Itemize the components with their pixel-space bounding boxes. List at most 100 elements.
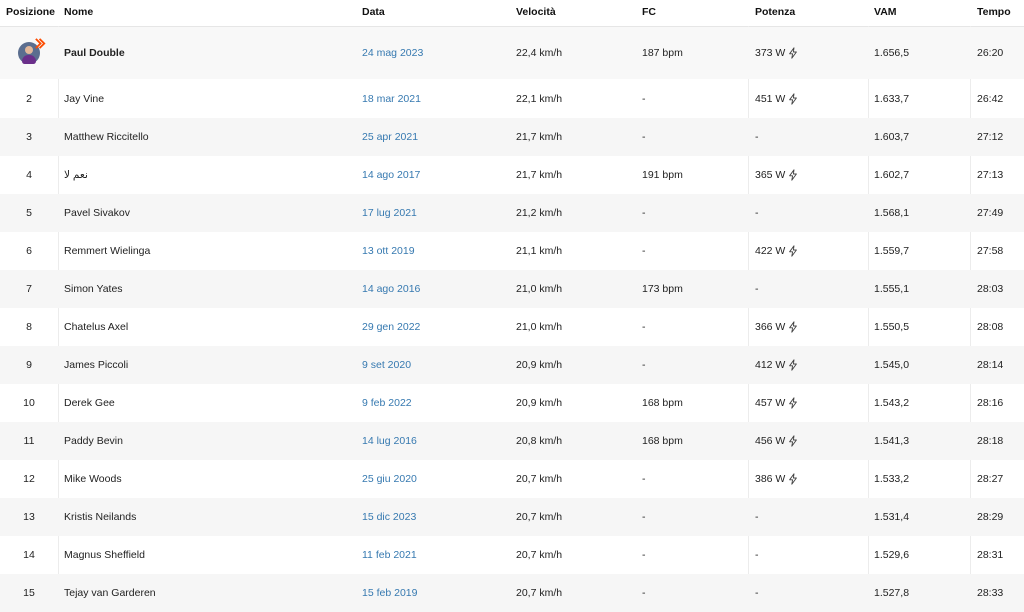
activity-date-link[interactable]: 15 feb 2019	[362, 574, 417, 612]
time-value: 28:27	[977, 473, 1004, 485]
power-value: 456 W	[755, 435, 786, 447]
header-vam[interactable]: VAM	[874, 0, 897, 24]
table-row[interactable]: 7 Simon Yates 14 ago 2016 21,0 km/h 173 bpm -…	[0, 270, 1024, 308]
athlete-name[interactable]: James Piccoli	[64, 346, 128, 384]
activity-date-link[interactable]: 14 lug 2016	[362, 422, 417, 460]
table-row[interactable]: 12 Mike Woods 25 giu 2020 20,7 km/h - 386 W 1.…	[0, 460, 1024, 498]
athlete-name[interactable]: Tejay van Garderen	[64, 574, 156, 612]
power-cell: -	[755, 118, 759, 156]
header-time[interactable]: Tempo	[977, 0, 1011, 24]
header-date[interactable]: Data	[362, 0, 385, 24]
vam-value: 1.633,7	[874, 92, 910, 105]
header-name[interactable]: Nome	[64, 0, 93, 24]
leaderboard-header: Posizione Nome Data Velocità FC Potenza …	[0, 0, 1024, 27]
athlete-name[interactable]: Magnus Sheffield	[64, 536, 145, 574]
time-value: 27:58	[977, 245, 1004, 257]
leaderboard-rows: 2 Jay Vine 18 mar 2021 22,1 km/h - 451 W 1.633…	[0, 79, 1024, 612]
athlete-name[interactable]: Matthew Riccitello	[64, 118, 149, 156]
lightning-bolt-icon	[789, 435, 798, 447]
table-row[interactable]: 9 James Piccoli 9 set 2020 20,9 km/h - 412 W 1…	[0, 346, 1024, 384]
rank-value: 13	[23, 511, 35, 523]
time-value: 28:33	[977, 587, 1004, 599]
table-row[interactable]: 11 Paddy Bevin 14 lug 2016 20,8 km/h 168 bpm…	[0, 422, 1024, 460]
current-athlete-row[interactable]: Paul Double 24 mag 2023 22,4 km/h 187 bp…	[0, 27, 1024, 79]
power-cell: 373 W	[755, 27, 798, 79]
table-row[interactable]: 15 Tejay van Garderen 15 feb 2019 20,7 km/h…	[0, 574, 1024, 612]
table-row[interactable]: 10 Derek Gee 9 feb 2022 20,9 km/h 168 bpm 457…	[0, 384, 1024, 422]
table-row[interactable]: 14 Magnus Sheffield 11 feb 2021 20,7 km/h - -…	[0, 536, 1024, 574]
activity-date-link[interactable]: 9 set 2020	[362, 346, 411, 384]
power-cell: -	[755, 536, 759, 574]
power-cell: -	[755, 574, 759, 612]
activity-date-link[interactable]: 13 ott 2019	[362, 232, 415, 270]
athlete-name[interactable]: Paul Double	[64, 27, 125, 79]
athlete-name[interactable]: Jay Vine	[64, 79, 104, 118]
header-heart-rate[interactable]: FC	[642, 0, 656, 24]
power-value: -	[755, 549, 759, 561]
power-value: -	[755, 587, 759, 599]
activity-date-link[interactable]: 25 giu 2020	[362, 460, 417, 498]
vam-value: 1.543,2	[874, 397, 910, 409]
athlete-name[interactable]: Mike Woods	[64, 460, 122, 498]
rank-value: 11	[23, 435, 35, 447]
athlete-name[interactable]: Chatelus Axel	[64, 308, 128, 346]
activity-date-link[interactable]: 9 feb 2022	[362, 384, 412, 422]
athlete-name[interactable]: نعم لا	[64, 156, 88, 194]
athlete-name[interactable]: Simon Yates	[64, 270, 123, 308]
time-value: 28:16	[977, 397, 1004, 409]
table-row[interactable]: 6 Remmert Wielinga 13 ott 2019 21,1 km/h - 42…	[0, 232, 1024, 270]
table-row[interactable]: 2 Jay Vine 18 mar 2021 22,1 km/h - 451 W 1.633…	[0, 79, 1024, 118]
heart-rate-value: -	[642, 207, 646, 219]
speed-value: 21,0 km/h	[516, 321, 563, 333]
table-row[interactable]: 8 Chatelus Axel 29 gen 2022 21,0 km/h - 366 W…	[0, 308, 1024, 346]
athlete-name[interactable]: Paddy Bevin	[64, 422, 123, 460]
heart-rate-value: -	[642, 587, 646, 599]
header-speed[interactable]: Velocità	[516, 0, 556, 24]
vam-value: 1.545,0	[874, 359, 910, 371]
vam-value: 1.527,8	[874, 587, 910, 599]
heart-rate-value: 168 bpm	[642, 397, 683, 409]
athlete-name[interactable]: Pavel Sivakov	[64, 194, 130, 232]
heart-rate-value: -	[642, 321, 646, 333]
speed-value: 22,4 km/h	[516, 47, 563, 59]
athlete-name[interactable]: Remmert Wielinga	[64, 232, 150, 270]
power-value: 373 W	[755, 47, 786, 59]
lightning-bolt-icon	[789, 359, 798, 371]
speed-value: 21,2 km/h	[516, 207, 563, 219]
activity-date-link[interactable]: 11 feb 2021	[362, 536, 417, 574]
speed-value: 21,7 km/h	[516, 169, 563, 181]
activity-date-link[interactable]: 25 apr 2021	[362, 118, 418, 156]
time-value: 27:13	[977, 169, 1004, 181]
table-row[interactable]: 3 Matthew Riccitello 25 apr 2021 21,7 km/h -…	[0, 118, 1024, 156]
activity-date-link[interactable]: 24 mag 2023	[362, 27, 423, 79]
activity-date-link[interactable]: 15 dic 2023	[362, 498, 416, 536]
activity-date-link[interactable]: 29 gen 2022	[362, 308, 420, 346]
activity-date-link[interactable]: 17 lug 2021	[362, 194, 417, 232]
athlete-name[interactable]: Kristis Neilands	[64, 498, 136, 536]
table-row[interactable]: 13 Kristis Neilands 15 dic 2023 20,7 km/h - -…	[0, 498, 1024, 536]
speed-value: 20,7 km/h	[516, 511, 563, 523]
speed-value: 20,9 km/h	[516, 397, 563, 409]
header-power[interactable]: Potenza	[755, 0, 795, 24]
speed-value: 21,1 km/h	[516, 245, 563, 257]
power-value: 457 W	[755, 397, 786, 409]
leaderboard: Posizione Nome Data Velocità FC Potenza …	[0, 0, 1024, 612]
time-value: 28:14	[977, 359, 1004, 371]
header-position[interactable]: Posizione	[6, 0, 55, 24]
table-row[interactable]: 4 نعم لا 14 ago 2017 21,7 km/h 191 bpm 365 W 1…	[0, 156, 1024, 194]
heart-rate-value: 187 bpm	[642, 47, 683, 59]
athlete-name[interactable]: Derek Gee	[64, 384, 115, 422]
table-row[interactable]: 5 Pavel Sivakov 17 lug 2021 21,2 km/h - - 1.56…	[0, 194, 1024, 232]
power-value: -	[755, 511, 759, 523]
activity-date-link[interactable]: 14 ago 2016	[362, 270, 420, 308]
time-value: 27:49	[977, 207, 1004, 219]
activity-date-link[interactable]: 18 mar 2021	[362, 79, 421, 118]
vam-value: 1.541,3	[874, 435, 910, 447]
power-cell: 386 W	[755, 460, 798, 498]
avatar[interactable]	[18, 38, 46, 64]
rank-value: 4	[26, 169, 32, 181]
vam-value: 1.602,7	[874, 169, 910, 181]
vam-value: 1.568,1	[874, 207, 910, 219]
rank-value: 10	[23, 397, 35, 409]
activity-date-link[interactable]: 14 ago 2017	[362, 156, 420, 194]
